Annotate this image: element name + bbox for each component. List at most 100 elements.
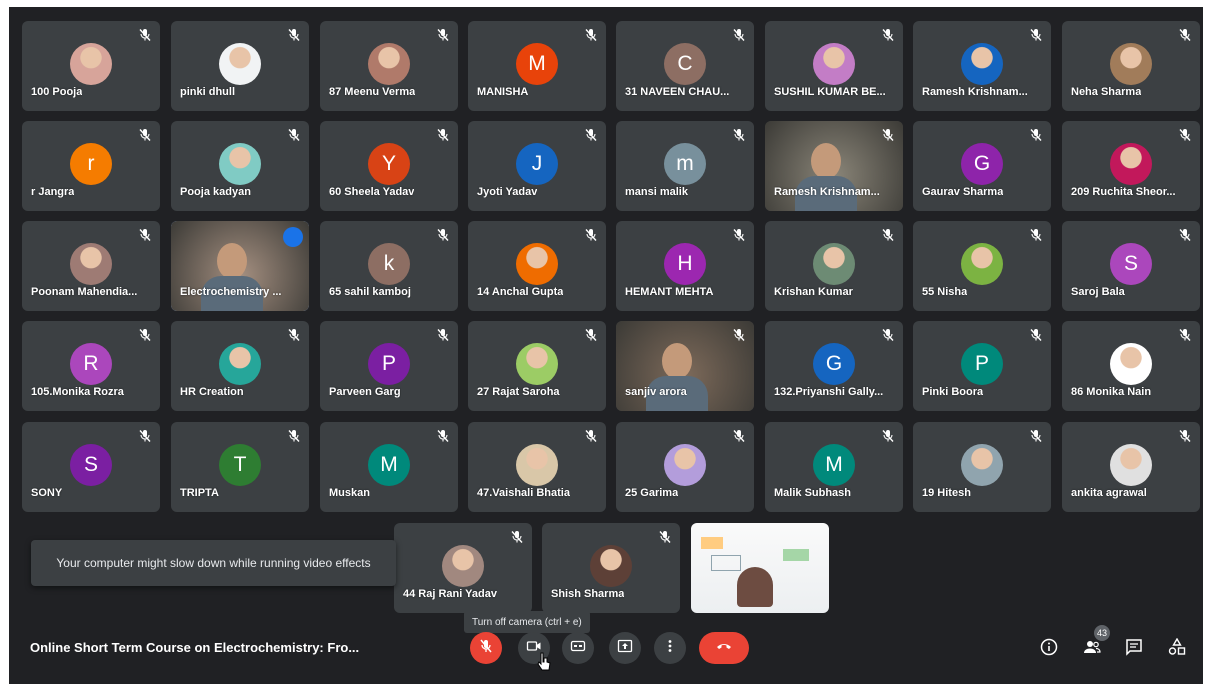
participant-tile[interactable]: 87 Meenu Verma [320, 21, 458, 111]
mic-off-icon [881, 328, 895, 342]
chat-button[interactable] [1123, 638, 1145, 660]
participant-tile[interactable]: 100 Pooja [22, 21, 160, 111]
mic-toggle-button[interactable] [470, 632, 502, 664]
participant-tile[interactable]: k 65 sahil kamboj [320, 221, 458, 311]
mic-off-icon [138, 28, 152, 42]
participant-tile[interactable]: J Jyoti Yadav [468, 121, 606, 211]
participant-tile[interactable]: G Gaurav Sharma [913, 121, 1051, 211]
participant-name: TRIPTA [180, 487, 219, 499]
participant-tile[interactable]: 47.Vaishali Bhatia [468, 422, 606, 512]
mic-off-icon [732, 328, 746, 342]
present-button[interactable] [609, 632, 641, 664]
participant-name: Muskan [329, 487, 370, 499]
people-count-badge: 43 [1094, 625, 1110, 641]
presentation-video [691, 523, 829, 613]
mic-off-icon [436, 429, 450, 443]
participant-tile[interactable] [691, 523, 829, 613]
participant-tile[interactable]: Poonam Mahendia... [22, 221, 160, 311]
people-button[interactable] [1081, 638, 1103, 660]
participant-tile[interactable]: 25 Garima [616, 422, 754, 512]
participant-tile[interactable]: M Malik Subhash [765, 422, 903, 512]
participant-tile[interactable]: Ramesh Krishnam... [913, 21, 1051, 111]
participant-tile[interactable]: rr Jangra [22, 121, 160, 211]
participant-tile[interactable]: S SONY [22, 422, 160, 512]
participant-tile[interactable]: 27 Rajat Saroha [468, 321, 606, 411]
avatar-initial: M [368, 444, 410, 486]
participant-name: 55 Nisha [922, 286, 968, 298]
meet-window: 100 Pooja pinki dhull 87 Meenu Verma M MANIS… [9, 7, 1203, 684]
participant-name: Krishan Kumar [774, 286, 853, 298]
participant-tile[interactable]: 19 Hitesh [913, 422, 1051, 512]
mic-off-icon [1029, 429, 1043, 443]
participant-tile[interactable]: Pooja kadyan [171, 121, 309, 211]
participant-tile[interactable]: 55 Nisha [913, 221, 1051, 311]
avatar-photo [1110, 343, 1152, 385]
mic-off-icon [1178, 429, 1192, 443]
participant-tile[interactable]: R 105.Monika Rozra [22, 321, 160, 411]
participant-name: Shish Sharma [551, 588, 625, 600]
participant-tile[interactable]: SUSHIL KUMAR BE... [765, 21, 903, 111]
more-options-button[interactable] [654, 632, 686, 664]
participant-tile[interactable]: Ramesh Krishnam... [765, 121, 903, 211]
participant-name: Malik Subhash [774, 487, 852, 499]
participant-tile[interactable]: G 132.Priyanshi Gally... [765, 321, 903, 411]
participant-tile[interactable]: H HEMANT MEHTA [616, 221, 754, 311]
participant-tile[interactable]: 86 Monika Nain [1062, 321, 1200, 411]
participant-tile[interactable]: M MANISHA [468, 21, 606, 111]
participant-tile[interactable]: pinki dhull [171, 21, 309, 111]
participant-tile[interactable]: S Saroj Bala [1062, 221, 1200, 311]
participant-tile[interactable]: 14 Anchal Gupta [468, 221, 606, 311]
mic-off-icon [732, 128, 746, 142]
participant-tile[interactable]: P Parveen Garg [320, 321, 458, 411]
avatar-photo [219, 343, 261, 385]
mic-off-icon [436, 128, 450, 142]
chat-icon [1125, 638, 1143, 661]
participant-name: 86 Monika Nain [1071, 386, 1152, 398]
mic-off-icon [732, 28, 746, 42]
participant-tile[interactable]: HR Creation [171, 321, 309, 411]
participant-tile[interactable]: Y 60 Sheela Yadav [320, 121, 458, 211]
participant-tile[interactable]: m mansi malik [616, 121, 754, 211]
people-icon [1083, 638, 1101, 661]
toast-text: Your computer might slow down while runn… [56, 556, 371, 570]
avatar-initial: S [70, 444, 112, 486]
participant-name: 44 Raj Rani Yadav [403, 588, 497, 600]
leave-call-button[interactable] [699, 632, 749, 664]
participant-name: MANISHA [477, 86, 529, 98]
participant-tile[interactable]: ankita agrawal [1062, 422, 1200, 512]
mic-off-icon [1029, 228, 1043, 242]
participant-name: mansi malik [625, 186, 688, 198]
avatar-initial: r [70, 143, 112, 185]
participant-tile[interactable]: Shish Sharma [542, 523, 680, 613]
meeting-details-button[interactable] [1038, 638, 1060, 660]
participant-name: Gaurav Sharma [922, 186, 1004, 198]
participant-tile[interactable]: 44 Raj Rani Yadav [394, 523, 532, 613]
participant-tile[interactable]: 209 Ruchita Sheor... [1062, 121, 1200, 211]
participant-tile[interactable]: Neha Sharma [1062, 21, 1200, 111]
avatar-initial: R [70, 343, 112, 385]
mic-off-icon [138, 429, 152, 443]
captions-button[interactable] [562, 632, 594, 664]
participant-tile[interactable]: Krishan Kumar [765, 221, 903, 311]
participant-tile[interactable]: sanjiv arora [616, 321, 754, 411]
participant-name: 100 Pooja [31, 86, 83, 98]
mic-off-icon [584, 128, 598, 142]
mic-off-icon [436, 28, 450, 42]
mic-off-icon [436, 228, 450, 242]
participant-tile[interactable]: P Pinki Boora [913, 321, 1051, 411]
avatar-initial: k [368, 243, 410, 285]
participant-tile[interactable]: T TRIPTA [171, 422, 309, 512]
participant-name: Poonam Mahendia... [31, 286, 138, 298]
participant-tile[interactable]: C 31 NAVEEN CHAU... [616, 21, 754, 111]
info-icon [1040, 638, 1058, 661]
activities-button[interactable] [1166, 637, 1188, 660]
avatar-initial: P [368, 343, 410, 385]
participant-tile[interactable]: Electrochemistry ... [171, 221, 309, 311]
participant-name: 47.Vaishali Bhatia [477, 487, 570, 499]
mic-off-icon [138, 328, 152, 342]
avatar-photo [1110, 444, 1152, 486]
mic-off-icon [287, 429, 301, 443]
participant-name: SONY [31, 487, 63, 499]
avatar-photo [813, 43, 855, 85]
participant-tile[interactable]: M Muskan [320, 422, 458, 512]
